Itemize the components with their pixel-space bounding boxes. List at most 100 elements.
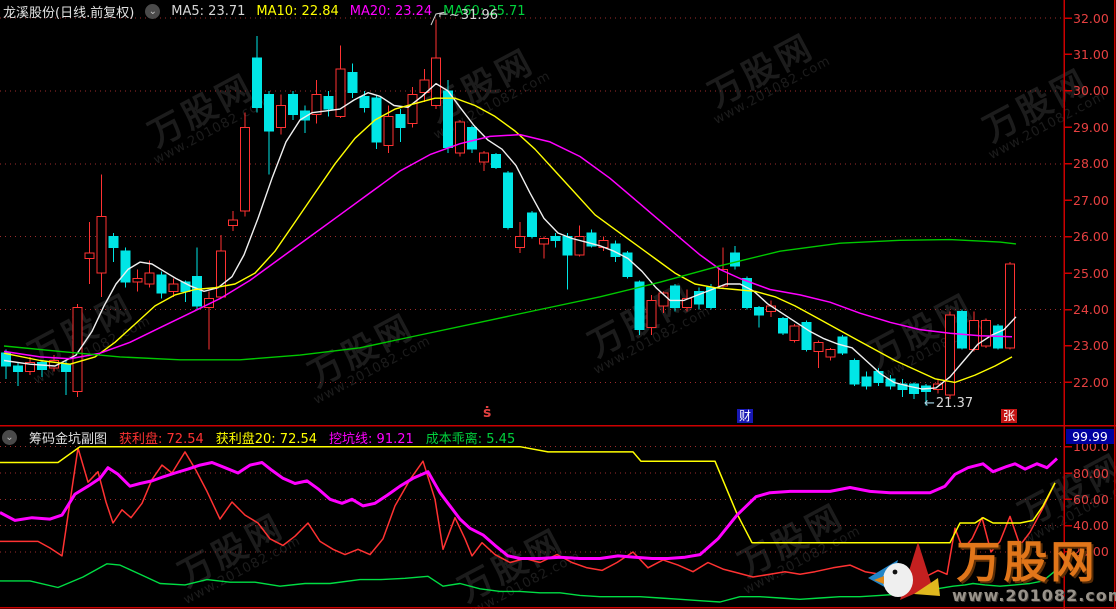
candle-body[interactable] — [97, 217, 106, 273]
price-axis-label: 80.00 — [1073, 466, 1116, 481]
candle-body[interactable] — [671, 286, 680, 308]
candle-body[interactable] — [396, 115, 405, 128]
stock-app-window: 万股网www.201082.com万股网www.201082.com万股网www… — [0, 0, 1116, 609]
candle-body[interactable] — [491, 155, 500, 168]
sub-current-value-badge: 99.99 — [1066, 429, 1114, 444]
price-axis-label: 23.00 — [1073, 338, 1116, 353]
chevron-down-icon[interactable]: ⌄ — [145, 4, 160, 19]
candle-body[interactable] — [730, 253, 739, 266]
candle-body[interactable] — [169, 284, 178, 291]
pit-line-value: 挖坑线: 91.21 — [329, 428, 414, 447]
page-title: 龙溪股份(日线.前复权) — [3, 2, 134, 21]
candle-body[interactable] — [874, 371, 883, 382]
candle-body[interactable] — [826, 350, 835, 357]
candle-body[interactable] — [814, 342, 823, 351]
mascot-bird-eye — [893, 570, 898, 575]
candle-body[interactable] — [515, 237, 524, 248]
price-axis-label: 40.00 — [1073, 518, 1116, 533]
candle-body[interactable] — [264, 95, 273, 131]
site-mascot-logo — [858, 536, 958, 609]
candle-body[interactable] — [109, 237, 118, 248]
candle-body[interactable] — [647, 300, 656, 327]
candle-body[interactable] — [241, 127, 250, 211]
chart-canvas[interactable] — [0, 0, 1116, 609]
candle-body[interactable] — [754, 308, 763, 315]
candle-body[interactable] — [229, 220, 238, 225]
marker-zhang-badge[interactable]: 张 — [1001, 409, 1017, 423]
candle-body[interactable] — [1005, 264, 1014, 348]
ma20-value: MA20: 23.24 — [350, 4, 432, 19]
candle-body[interactable] — [217, 251, 226, 297]
site-logo: 万股网 www.201082.com — [952, 540, 1102, 605]
candle-body[interactable] — [635, 282, 644, 329]
candle-body[interactable] — [324, 96, 333, 109]
price-axis-label: 29.00 — [1073, 120, 1116, 135]
ma-line-ma20 — [4, 135, 1012, 359]
candle-body[interactable] — [360, 96, 369, 107]
candle-body[interactable] — [145, 273, 154, 284]
chevron-down-icon[interactable]: ⌄ — [2, 430, 17, 445]
candle-body[interactable] — [133, 279, 142, 283]
mascot-bird-body — [883, 563, 913, 597]
candle-body[interactable] — [384, 116, 393, 145]
candle-body[interactable] — [13, 366, 22, 371]
ma10-value: MA10: 22.84 — [256, 4, 338, 19]
price-axis-label: 31.00 — [1073, 47, 1116, 62]
trough-arrow-icon: ← — [924, 396, 935, 411]
candle-body[interactable] — [539, 238, 548, 243]
candle-body[interactable] — [790, 326, 799, 341]
candle-body[interactable] — [958, 311, 967, 347]
profit-value: 获利盘: 72.54 — [119, 428, 204, 447]
indicator-title: 筹码金坑副图 — [29, 428, 107, 447]
price-axis-label: 32.00 — [1073, 11, 1116, 26]
candle-body[interactable] — [503, 173, 512, 228]
candle-body[interactable] — [288, 95, 297, 115]
site-logo-url: www.201082.com — [952, 586, 1102, 605]
ma5-value: MA5: 23.71 — [171, 4, 245, 19]
price-axis-label: 27.00 — [1073, 193, 1116, 208]
marker-cai-badge[interactable]: 财 — [737, 409, 753, 423]
candle-body[interactable] — [276, 105, 285, 127]
candle-body[interactable] — [2, 353, 11, 366]
candle-body[interactable] — [551, 237, 560, 241]
price-axis-label: 60.00 — [1073, 492, 1116, 507]
candle-body[interactable] — [480, 153, 489, 162]
candle-body[interactable] — [121, 251, 130, 282]
candle-body[interactable] — [73, 308, 82, 392]
candle-body[interactable] — [61, 364, 70, 371]
candle-body[interactable] — [444, 91, 453, 147]
price-axis-label: 25.00 — [1073, 266, 1116, 281]
price-axis-label: 28.00 — [1073, 156, 1116, 171]
candle-body[interactable] — [193, 277, 202, 306]
peak-price-annotation: ⌐~31.96 — [438, 8, 498, 23]
marker-stamp-s: ṡ — [483, 406, 491, 420]
candle-body[interactable] — [778, 319, 787, 334]
candle-body[interactable] — [850, 361, 859, 385]
cost-bias-value: 成本乖离: 5.45 — [426, 428, 515, 447]
candle-body[interactable] — [456, 122, 465, 153]
site-logo-name: 万股网 — [952, 540, 1102, 586]
candle-body[interactable] — [252, 58, 261, 107]
candle-body[interactable] — [468, 127, 477, 149]
candle-body[interactable] — [910, 384, 919, 393]
price-axis-label: 30.00 — [1073, 83, 1116, 98]
ma-line-ma60 — [4, 240, 1016, 360]
candle-body[interactable] — [37, 362, 46, 369]
candle-body[interactable] — [348, 73, 357, 93]
price-axis-label: 26.00 — [1073, 229, 1116, 244]
candle-body[interactable] — [157, 275, 166, 293]
candle-body[interactable] — [527, 213, 536, 237]
peak-arrow-icon: ⌐~ — [438, 8, 460, 23]
price-axis-label: 22.00 — [1073, 375, 1116, 390]
candle-body[interactable] — [85, 253, 94, 258]
indicator-line — [0, 447, 1055, 543]
candle-body[interactable] — [946, 315, 955, 395]
sub-indicator-header: ⌄ 筹码金坑副图 获利盘: 72.54 获利盘20: 72.54 挖坑线: 91… — [2, 428, 515, 447]
candle-body[interactable] — [372, 98, 381, 142]
candle-body[interactable] — [563, 237, 572, 255]
price-axis-label: 24.00 — [1073, 302, 1116, 317]
ma-line-ma10 — [4, 98, 1012, 382]
candle-body[interactable] — [981, 320, 990, 346]
candle-body[interactable] — [408, 95, 417, 124]
candle-body[interactable] — [862, 377, 871, 386]
